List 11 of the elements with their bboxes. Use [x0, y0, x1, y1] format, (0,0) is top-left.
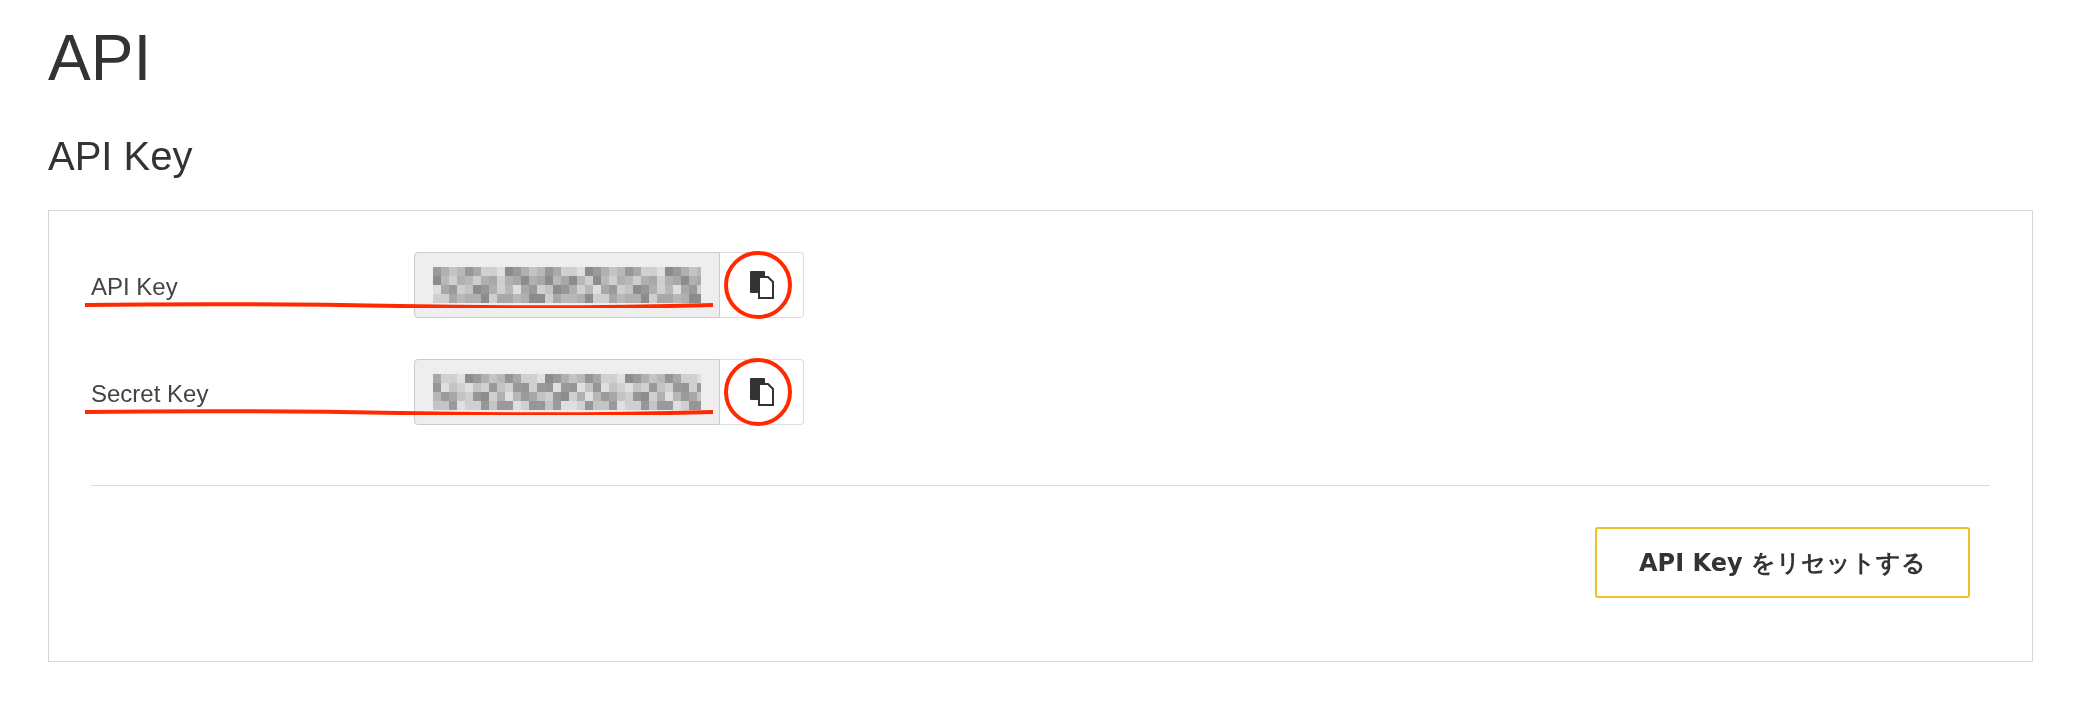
- copy-icon: [749, 271, 774, 299]
- section-title: API Key: [48, 133, 193, 180]
- reset-api-key-button[interactable]: API Key をリセットする: [1595, 527, 1970, 598]
- circle-annotation: [723, 357, 793, 427]
- copy-icon: [749, 378, 774, 406]
- field-label: Secret Key: [91, 380, 209, 407]
- circle-annotation: [723, 250, 793, 320]
- page-title: API: [48, 22, 152, 94]
- field-label: API Key: [91, 273, 178, 300]
- key-field[interactable]: [414, 252, 720, 318]
- key-field[interactable]: [414, 359, 720, 425]
